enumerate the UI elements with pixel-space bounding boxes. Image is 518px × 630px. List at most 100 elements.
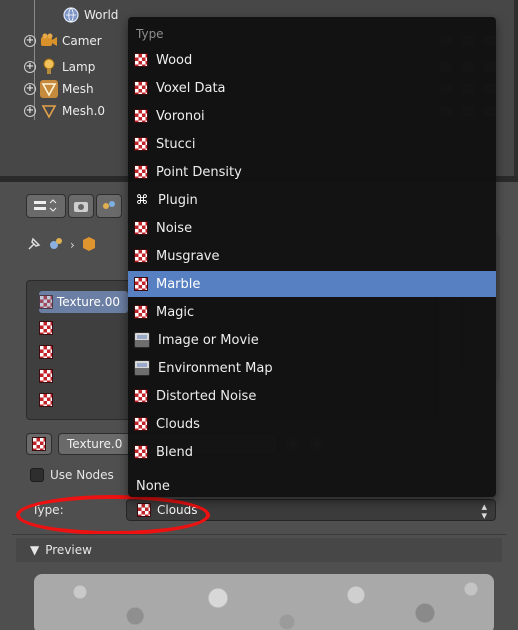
menu-item-label: Environment Map [158,360,273,376]
plugin-icon: ⌘ [135,192,149,208]
menu-item-label: Wood [156,52,193,68]
menu-item-label: Marble [156,276,201,292]
editor-type-icon [34,199,57,212]
texture-slot[interactable]: Texture.00 [39,291,129,313]
menu-item-label: Distorted Noise [156,388,257,404]
menu-item-voxel-data[interactable]: Voxel Data [128,75,496,101]
menu-item-noise[interactable]: Noise [128,215,496,241]
menu-item-musgrave[interactable]: Musgrave [128,243,496,269]
menu-item-label: Blend [156,444,194,460]
texture-checker-icon [134,417,148,431]
menu-item-label: Clouds [156,416,200,432]
menu-item-distorted-noise[interactable]: Distorted Noise [128,383,496,409]
menu-item-label: Plugin [158,192,198,208]
texture-checker-icon [134,445,148,459]
world-icon [62,6,80,24]
texture-slot-label: Texture.00 [57,295,121,309]
image-icon [134,360,150,376]
camera-icon [40,32,58,50]
menu-item-label: Voronoi [156,108,205,124]
outliner-item-camera[interactable]: + Camer [24,30,102,52]
texture-checker-icon [39,393,53,407]
use-nodes-checkbox[interactable] [30,468,44,482]
outliner-item-label: Lamp [62,60,96,74]
cube-icon [81,236,97,255]
menu-item-wood[interactable]: Wood [128,47,496,73]
menu-item-point-density[interactable]: Point Density [128,159,496,185]
outliner-item-lamp[interactable]: + Lamp [24,56,95,78]
texture-checker-icon [134,389,148,403]
outliner-item-mesh-001[interactable]: + Mesh.0 [24,100,105,122]
pin-icon[interactable] [26,236,42,255]
menu-item-clouds[interactable]: Clouds [128,411,496,437]
menu-item-label: Musgrave [156,248,220,264]
menu-item-label: Noise [156,220,193,236]
outliner-item-label: World [84,8,119,22]
outliner-item-mesh[interactable]: + Mesh [24,78,94,100]
texture-checker-icon [134,165,148,179]
menu-item-image-or-movie[interactable]: Image or Movie [128,327,496,353]
texture-slot[interactable] [39,389,53,411]
menu-item-label: Image or Movie [158,332,259,348]
updown-arrows-icon: ▴ ▾ [481,500,487,522]
image-icon [134,332,150,348]
texture-checker-icon [39,369,53,383]
texture-checker-icon [134,249,148,263]
menu-item-label: Voxel Data [156,80,226,96]
render-tab[interactable] [68,194,94,218]
texture-checker-icon [32,437,46,451]
divider [12,534,506,535]
menu-item-none[interactable]: None [136,479,170,494]
texture-checker-icon [134,109,148,123]
annotation-oval [16,495,210,535]
collapse-triangle-icon: ▼ [30,543,40,557]
texture-slot[interactable] [39,341,53,363]
outliner-item-label: Mesh.0 [62,104,106,118]
editor-type-button[interactable] [26,194,66,218]
outliner-item-world[interactable]: World [62,4,118,26]
use-nodes-toggle[interactable]: Use Nodes [30,468,114,482]
lamp-icon [40,58,58,76]
texture-slot[interactable] [39,365,53,387]
properties-tabs [26,194,122,220]
expand-icon[interactable]: + [24,83,36,95]
texture-checker-icon [134,305,148,319]
texture-checker-icon [134,277,148,291]
expand-icon[interactable]: + [24,105,36,117]
texture-checker-icon [134,81,148,95]
texture-checker-icon [134,53,148,67]
texture-checker-icon [134,137,148,151]
chevron-right-icon: › [70,238,75,252]
texture-checker-icon [39,345,53,359]
camera-icon [74,202,88,212]
use-nodes-label: Use Nodes [50,468,114,482]
mesh-icon [40,80,58,98]
breadcrumb: › [26,234,97,256]
type-dropdown-menu: Type Wood Voxel Data Voronoi Stucci Poin… [128,17,496,497]
menu-item-marble[interactable]: Marble [128,271,496,297]
menu-item-plugin[interactable]: ⌘ Plugin [128,187,496,213]
texture-checker-icon [39,295,53,309]
menu-item-voronoi[interactable]: Voronoi [128,103,496,129]
outliner-item-label: Camer [62,34,102,48]
menu-item-label: Stucci [156,136,196,152]
scene-icon [103,201,115,209]
menu-title: Type [136,27,164,41]
preview-label: Preview [45,543,92,557]
menu-item-label: Magic [156,304,195,320]
object-icon [48,236,64,255]
menu-item-environment-map[interactable]: Environment Map [128,355,496,381]
menu-item-magic[interactable]: Magic [128,299,496,325]
expand-icon[interactable]: + [24,61,36,73]
menu-item-stucci[interactable]: Stucci [128,131,496,157]
scene-tab[interactable] [96,194,122,218]
expand-icon[interactable]: + [24,35,36,47]
texture-slot[interactable] [39,317,53,339]
menu-item-blend[interactable]: Blend [128,439,496,465]
mesh-icon [40,102,58,120]
texture-checker-icon [39,321,53,335]
outliner-item-label: Mesh [62,82,94,96]
texture-browse-button[interactable] [26,433,52,455]
texture-checker-icon [134,221,148,235]
preview-panel-header[interactable]: ▼ Preview [16,538,502,562]
